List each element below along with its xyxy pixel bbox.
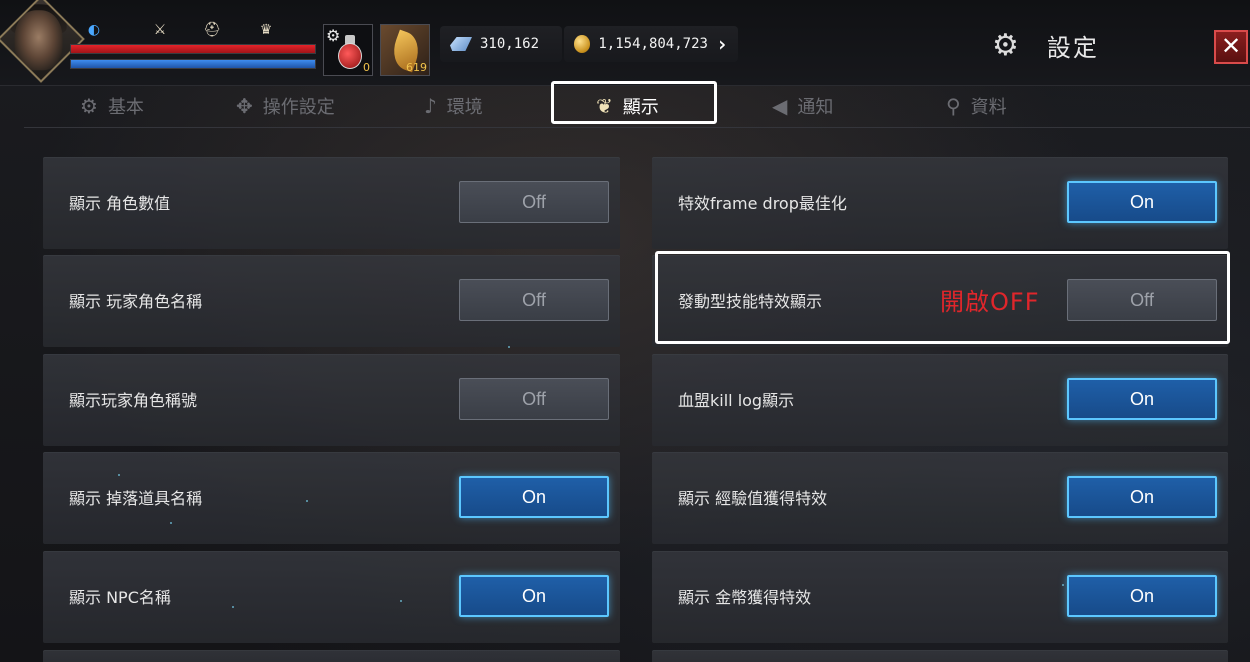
dpad-icon: ✥ — [236, 94, 253, 118]
weapon-icon[interactable]: ⚔ — [150, 22, 170, 38]
setting-toggle[interactable]: Off — [459, 279, 609, 321]
tab-label: 通知 — [797, 97, 834, 118]
setting-row: 顯示 經驗值獲得特效 On — [652, 452, 1228, 544]
setting-row: 顯示 掉落道具名稱 On — [43, 452, 620, 544]
setting-row-partial — [43, 650, 620, 662]
hp-bar — [70, 44, 316, 54]
setting-row: 血盟kill log顯示 On — [652, 354, 1228, 446]
sparkle — [400, 600, 402, 602]
tab-basic[interactable]: ⚙ 基本 — [80, 86, 144, 126]
setting-label: 血盟kill log顯示 — [678, 391, 795, 410]
sparkle — [118, 474, 120, 476]
highlight-box-tab — [551, 81, 717, 124]
gold-coin-icon — [574, 35, 591, 53]
tab-notification[interactable]: ◀ 通知 — [772, 86, 833, 126]
tab-label: 資料 — [970, 97, 1007, 118]
sparkle — [1062, 584, 1064, 586]
setting-label: 顯示 玩家角色名稱 — [69, 292, 203, 311]
setting-toggle[interactable]: On — [1067, 575, 1217, 617]
setting-toggle[interactable]: On — [459, 575, 609, 617]
crystal-currency: 310,162 — [440, 26, 562, 62]
setting-label: 特效frame drop最佳化 — [678, 194, 847, 213]
tab-profile[interactable]: ⚲ 資料 — [946, 86, 1007, 126]
trophy-icon[interactable]: ♛ — [256, 22, 276, 38]
auto-gear-icon: ⚙ — [326, 26, 341, 45]
leaf-count: 619 — [406, 61, 427, 74]
tab-label: 環境 — [446, 97, 483, 118]
setting-label: 顯示 NPC名稱 — [69, 588, 171, 607]
setting-toggle[interactable]: On — [1067, 181, 1217, 223]
profile-icon: ⚲ — [946, 94, 961, 118]
potion-count: 0 — [363, 61, 370, 74]
setting-row: 顯示 金幣獲得特效 On — [652, 551, 1228, 643]
music-note-icon: ♪ — [424, 94, 437, 118]
chevron-right-icon[interactable]: › — [716, 32, 728, 56]
leaf-slot[interactable]: 619 — [380, 24, 430, 76]
setting-label: 顯示 掉落道具名稱 — [69, 489, 203, 508]
mp-bar — [70, 59, 316, 69]
setting-toggle[interactable]: Off — [459, 378, 609, 420]
setting-row-partial — [652, 650, 1228, 662]
setting-toggle[interactable]: Off — [459, 181, 609, 223]
setting-row: 顯示 玩家角色名稱 Off — [43, 255, 620, 347]
character-portrait[interactable] — [0, 0, 85, 83]
crystal-amount: 310,162 — [480, 36, 540, 52]
tab-label: 操作設定 — [262, 97, 335, 118]
megaphone-icon: ◀ — [772, 94, 788, 118]
setting-label: 顯示玩家角色稱號 — [69, 391, 198, 410]
tab-label: 基本 — [107, 97, 144, 118]
sparkle — [170, 522, 172, 524]
sparkle — [306, 500, 308, 502]
setting-toggle[interactable]: On — [1067, 476, 1217, 518]
sparkle — [232, 606, 234, 608]
setting-toggle[interactable]: On — [1067, 378, 1217, 420]
tab-controls[interactable]: ✥ 操作設定 — [236, 86, 335, 126]
helmet-icon[interactable]: ⛑ — [202, 22, 222, 38]
close-button[interactable]: ✕ — [1214, 30, 1248, 64]
buff-icon[interactable]: ◐ — [84, 22, 104, 38]
tab-divider — [24, 127, 1250, 128]
setting-row: 顯示玩家角色稱號 Off — [43, 354, 620, 446]
settings-screen: ◐ ⚔ ⛑ ♛ ⚙ 0 619 310,162 1,154,804,723 › — [0, 0, 1250, 662]
tab-environment[interactable]: ♪ 環境 — [424, 86, 483, 126]
top-hud: ◐ ⚔ ⛑ ♛ ⚙ 0 619 310,162 1,154,804,723 › — [0, 0, 1250, 86]
setting-row: 顯示 NPC名稱 On — [43, 551, 620, 643]
setting-label: 顯示 經驗值獲得特效 — [678, 489, 828, 508]
hp-bar-fill — [71, 45, 315, 53]
page-title: 設定 — [1046, 34, 1099, 62]
setting-row: 特效frame drop最佳化 On — [652, 157, 1228, 249]
gold-currency[interactable]: 1,154,804,723 › — [564, 26, 738, 62]
annotation-text: 開啟OFF — [940, 288, 1040, 316]
setting-row: 顯示 角色數值 Off — [43, 157, 620, 249]
gold-amount: 1,154,804,723 — [598, 36, 708, 52]
gear-icon: ⚙ — [80, 94, 98, 118]
setting-toggle[interactable]: On — [459, 476, 609, 518]
potion-slot[interactable]: ⚙ 0 — [323, 24, 373, 76]
crystal-icon — [450, 37, 472, 51]
setting-label: 顯示 金幣獲得特效 — [678, 588, 812, 607]
sparkle — [508, 346, 510, 348]
mp-bar-fill — [71, 60, 315, 68]
setting-label: 顯示 角色數值 — [69, 194, 171, 213]
gears-icon: ⚙ — [992, 27, 1019, 63]
